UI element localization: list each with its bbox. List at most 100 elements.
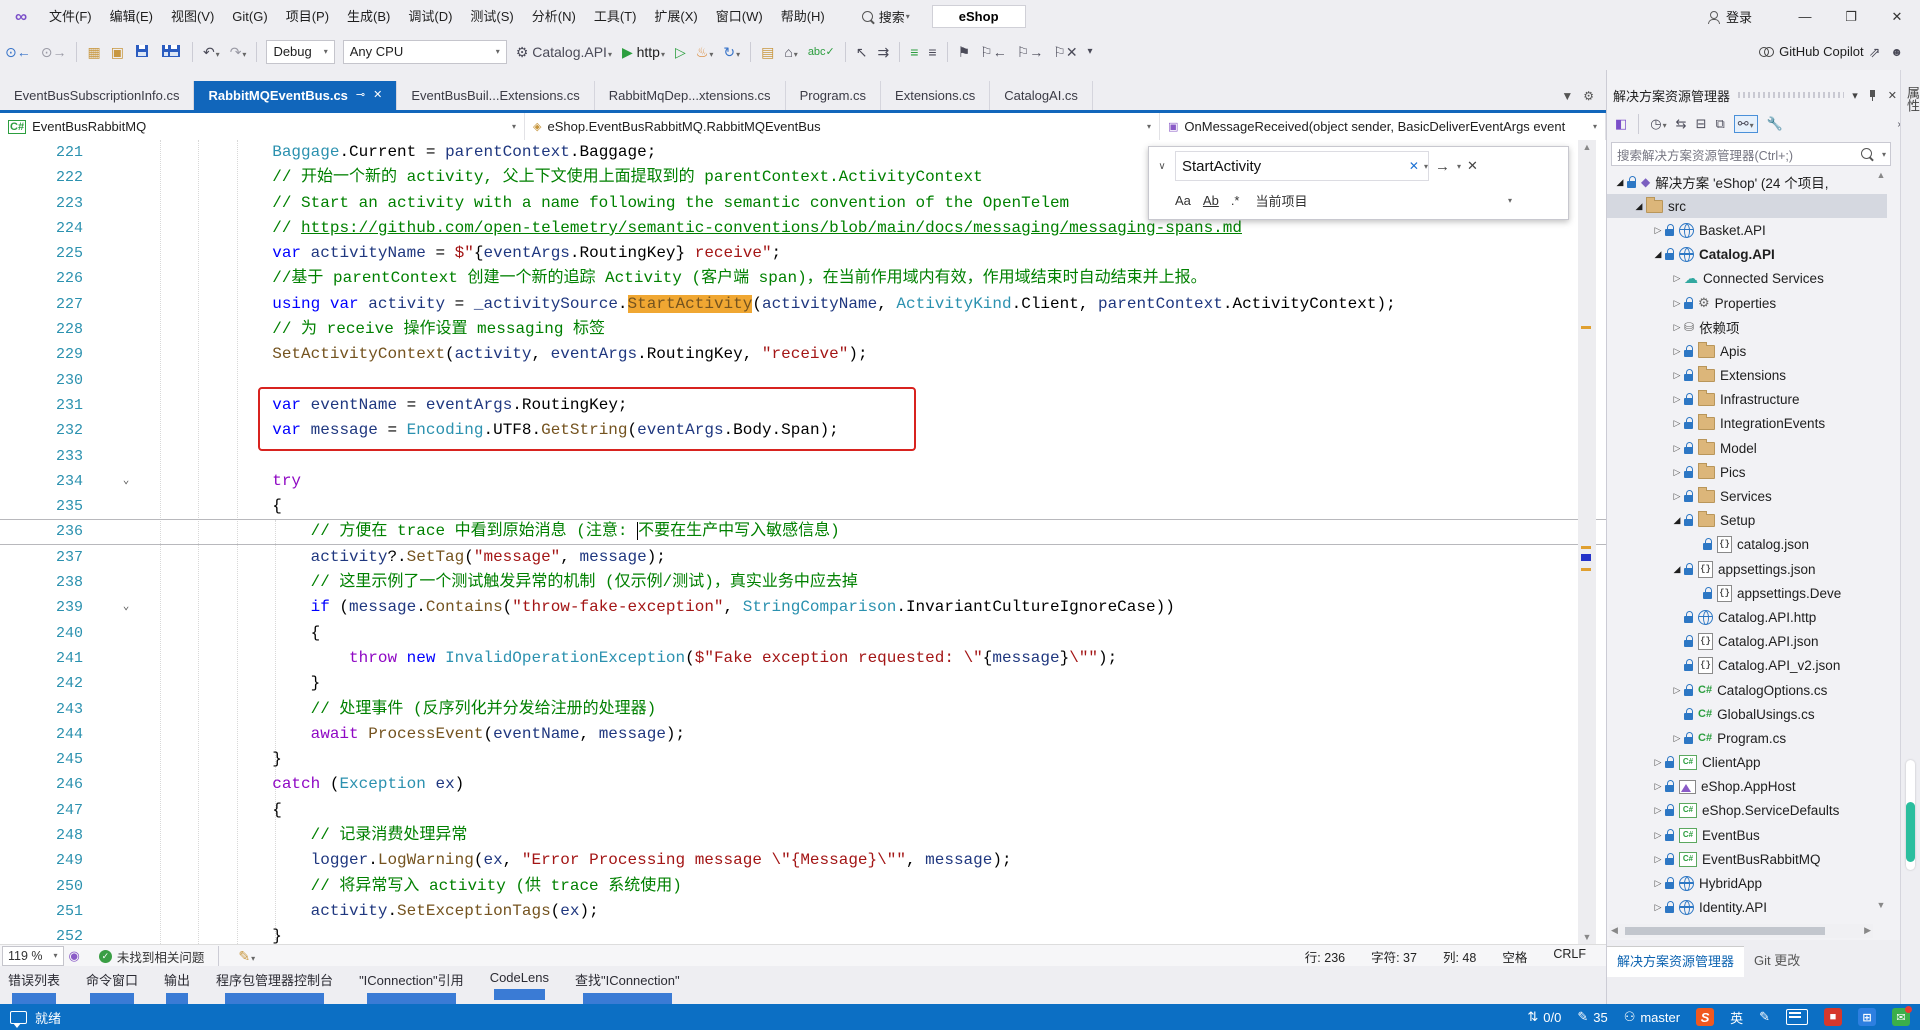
tab-properties[interactable]: 属性 — [1903, 86, 1920, 112]
spell-check-button[interactable]: abc✓ — [803, 39, 840, 65]
editor-scrollbar[interactable]: ▲ ▼ — [1578, 140, 1596, 944]
clear-bookmarks-button[interactable]: ⚐✕ — [1048, 39, 1082, 65]
expander-icon[interactable]: ▷ — [1670, 298, 1684, 309]
tree-item-Program.cs[interactable]: ▷ C# Program.cs — [1607, 726, 1887, 750]
find-input[interactable] — [1176, 157, 1405, 175]
code-editor[interactable]: 221 Baggage.Current = parentContext.Bagg… — [0, 140, 1606, 944]
scroll-down-icon[interactable]: ▼ — [1873, 900, 1889, 910]
menu-项目(P)[interactable]: 项目(P) — [277, 0, 338, 33]
restore-button[interactable]: ❐ — [1828, 0, 1874, 33]
tree-item-Basket.API[interactable]: ▷ Basket.API — [1607, 218, 1887, 242]
save-button[interactable] — [129, 39, 155, 65]
code-line-242[interactable]: 242 } — [0, 671, 1606, 696]
tray-icon-red[interactable]: ■ — [1824, 1008, 1842, 1026]
code-line-226[interactable]: 226 //基于 parentContext 创建一个新的追踪 Activity… — [0, 266, 1606, 291]
tray-icon-blue[interactable]: ⊞ — [1858, 1008, 1876, 1026]
panel-tab-CodeLens[interactable]: CodeLens — [490, 966, 549, 1000]
search-options-caret[interactable]: ▾ — [1882, 150, 1886, 159]
git-sync-status[interactable]: ⇅ 0/0 — [1527, 1009, 1561, 1025]
debug-config-select[interactable]: Debug ▾ — [266, 39, 335, 64]
navbar-member-dropdown[interactable]: ▣ OnMessageReceived(object sender, Basic… — [1160, 113, 1606, 140]
expander-icon[interactable]: ▷ — [1651, 902, 1665, 913]
code-line-241[interactable]: 241 throw new InvalidOperationException(… — [0, 646, 1606, 671]
menu-分析(N)[interactable]: 分析(N) — [523, 0, 585, 33]
pending-edits-status[interactable]: ✎ 35 — [1577, 1009, 1607, 1025]
uncomment-button[interactable]: ≡ — [923, 39, 941, 65]
collapse-all-icon[interactable]: ⊟ — [1696, 116, 1707, 132]
menu-Git(G)[interactable]: Git(G) — [223, 0, 276, 33]
expander-icon[interactable]: ▷ — [1670, 394, 1684, 405]
code-line-232[interactable]: 232 var message = Encoding.UTF8.GetStrin… — [0, 418, 1606, 443]
tree-item-Catalog.API.http[interactable]: Catalog.API.http — [1607, 605, 1887, 629]
tree-item-Catalog.API[interactable]: ◢ Catalog.API — [1607, 243, 1887, 267]
feedback-bubble-icon[interactable] — [10, 1010, 27, 1028]
tab-RabbitMqDep...xtensions.cs[interactable]: RabbitMqDep...xtensions.cs — [595, 81, 786, 110]
navigate-back-button[interactable]: ⊙← — [0, 39, 36, 65]
expander-icon[interactable]: ▷ — [1670, 346, 1684, 357]
redo-button[interactable]: ↷▾ — [225, 39, 252, 65]
scroll-up-icon[interactable]: ▲ — [1873, 170, 1889, 180]
expander-icon[interactable]: ▷ — [1670, 273, 1684, 284]
toolbar-overflow-button[interactable]: ▾ — [1083, 39, 1098, 65]
code-line-249[interactable]: 249 logger.LogWarning(ex, "Error Process… — [0, 848, 1606, 873]
code-line-234[interactable]: 234 ⌄ try — [0, 469, 1606, 494]
tab-Extensions.cs[interactable]: Extensions.cs — [881, 81, 991, 110]
panel-tab-"IConnection"引用[interactable]: "IConnection"引用 — [359, 966, 464, 1004]
sync-with-active-doc-icon[interactable]: ⇆ — [1676, 116, 1687, 132]
code-line-250[interactable]: 250 // 将异常写入 activity (供 trace 系统使用) — [0, 874, 1606, 899]
startup-project-button[interactable]: ⚙ Catalog.API▾ — [511, 39, 617, 65]
scroll-up-icon[interactable]: ▲ — [1578, 142, 1596, 152]
menu-视图(V)[interactable]: 视图(V) — [162, 0, 223, 33]
panel-tab-错误列表[interactable]: 错误列表 — [8, 966, 60, 1004]
code-line-235[interactable]: 235 { — [0, 494, 1606, 519]
menu-生成(B)[interactable]: 生成(B) — [338, 0, 399, 33]
expander-icon[interactable]: ▷ — [1651, 781, 1665, 792]
code-line-231[interactable]: 231 var eventName = eventArgs.RoutingKey… — [0, 393, 1606, 418]
find-next-button[interactable]: → — [1429, 158, 1456, 175]
scroll-left-icon[interactable]: ◀ — [1611, 925, 1618, 936]
code-line-248[interactable]: 248 // 记录消费处理异常 — [0, 823, 1606, 848]
undo-button[interactable]: ↶▾ — [198, 39, 225, 65]
gear-icon[interactable]: ⚙ — [1583, 89, 1594, 103]
share-icon[interactable]: ⇗ — [1864, 39, 1886, 65]
tree-item-CatalogOptions.cs[interactable]: ▷ C# CatalogOptions.cs — [1607, 678, 1887, 702]
tree-item-ClientApp[interactable]: ▷ C# ClientApp — [1607, 751, 1887, 775]
tree-horizontal-scrollbar[interactable]: ◀ ▶ — [1609, 924, 1873, 938]
dock-tab-Git 更改[interactable]: Git 更改 — [1744, 946, 1810, 976]
tree-item-appsettings.Deve[interactable]: {} appsettings.Deve — [1607, 581, 1887, 605]
run-button[interactable]: ▶ http▾ — [617, 39, 670, 65]
find-scope-caret[interactable]: ▾ — [1508, 196, 1512, 205]
tree-item-EventBus[interactable]: ▷ C# EventBus — [1607, 823, 1887, 847]
tree-item-IntegrationEvents[interactable]: ▷ IntegrationEvents — [1607, 412, 1887, 436]
keyboard-icon[interactable] — [1786, 1009, 1808, 1025]
menu-文件(F)[interactable]: 文件(F) — [40, 0, 101, 33]
ime-language-indicator[interactable]: 英 — [1730, 1008, 1743, 1027]
code-line-246[interactable]: 246 catch (Exception ex) — [0, 772, 1606, 797]
panel-tab-程序包管理器控制台[interactable]: 程序包管理器控制台 — [216, 966, 333, 1004]
expander-icon[interactable]: ▷ — [1670, 443, 1684, 454]
title-search[interactable]: 搜索 ▾ — [861, 7, 910, 26]
tree-item-Setup[interactable]: ◢ Setup — [1607, 509, 1887, 533]
tab-Program.cs[interactable]: Program.cs — [786, 81, 882, 110]
platform-select[interactable]: Any CPU ▾ — [342, 39, 507, 64]
dock-tab-解决方案资源管理器[interactable]: 解决方案资源管理器 — [1607, 946, 1745, 977]
comment-button[interactable]: ≡ — [905, 39, 923, 65]
tree-item-EventBusRabbitMQ[interactable]: ▷ C# EventBusRabbitMQ — [1607, 847, 1887, 871]
code-line-245[interactable]: 245 } — [0, 747, 1606, 772]
tray-icon-green[interactable]: ✉ — [1892, 1006, 1912, 1026]
tree-item-Infrastructure[interactable]: ▷ Infrastructure — [1607, 388, 1887, 412]
tree-item-Properties[interactable]: ▷ ⚙ Properties — [1607, 291, 1887, 315]
tree-item-Pics[interactable]: ▷ Pics — [1607, 460, 1887, 484]
tree-item-HybridApp[interactable]: ▷ HybridApp — [1607, 871, 1887, 895]
expander-icon[interactable]: ▷ — [1670, 418, 1684, 429]
navbar-type-dropdown[interactable]: ◈ eShop.EventBusRabbitMQ.RabbitMQEventBu… — [525, 113, 1160, 140]
expander-icon[interactable]: ◢ — [1670, 515, 1684, 526]
menu-测试(S)[interactable]: 测试(S) — [461, 0, 522, 33]
menu-帮助(H)[interactable]: 帮助(H) — [772, 0, 834, 33]
find-history-caret[interactable]: ▾ — [1424, 162, 1428, 171]
navigate-forward-button[interactable]: ⊙→ — [36, 39, 72, 65]
expander-icon[interactable]: ▷ — [1670, 491, 1684, 502]
code-line-229[interactable]: 229 SetActivityContext(activity, eventAr… — [0, 342, 1606, 367]
expander-icon[interactable]: ◢ — [1613, 177, 1627, 188]
scroll-down-icon[interactable]: ▼ — [1578, 932, 1596, 942]
